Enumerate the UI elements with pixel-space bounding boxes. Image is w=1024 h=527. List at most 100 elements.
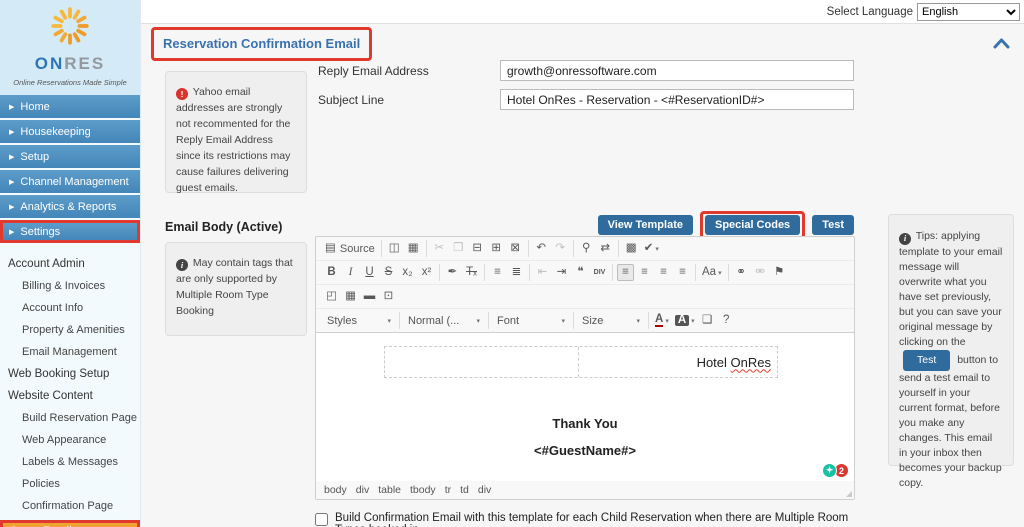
sidebar-item-billing-invoices[interactable]: Billing & Invoices bbox=[0, 275, 140, 297]
size-dropdown[interactable]: Size▾ bbox=[578, 312, 644, 329]
horizontal-rule-button[interactable]: ▬ bbox=[361, 288, 378, 305]
print-button[interactable]: ▦ bbox=[405, 240, 422, 257]
superscript-button[interactable]: x² bbox=[418, 264, 435, 281]
path-element-tbody[interactable]: tbody bbox=[410, 484, 436, 496]
editor-resize-handle[interactable] bbox=[846, 491, 852, 497]
copy-button[interactable]: ❐ bbox=[450, 240, 467, 257]
build-confirmation-checkbox[interactable] bbox=[315, 513, 328, 526]
remove-format-button[interactable]: Tₓ bbox=[463, 264, 480, 281]
sidebar-section-account-admin[interactable]: Account Admin bbox=[0, 253, 140, 275]
sidebar-item-policies[interactable]: Policies bbox=[0, 473, 140, 495]
undo-button[interactable]: ↶ bbox=[533, 240, 550, 257]
bold-button[interactable]: B bbox=[323, 264, 340, 281]
anchor-button[interactable]: ⚑ bbox=[771, 264, 788, 281]
sidebar-section-web-booking-setup[interactable]: Web Booking Setup bbox=[0, 363, 140, 385]
table-cell-brand[interactable]: Hotel OnRes bbox=[579, 347, 778, 377]
sidebar-item-channel-management[interactable]: ▶Channel Management bbox=[0, 170, 140, 193]
sunburst-logo-icon bbox=[49, 5, 91, 47]
editor-content[interactable]: Hotel OnRes Thank You <#GuestName#> ✦ 2 bbox=[316, 333, 854, 481]
arrow-right-icon: ▶ bbox=[9, 178, 14, 186]
preview-button[interactable]: ◫ bbox=[386, 240, 403, 257]
test-button[interactable]: Test bbox=[812, 215, 854, 235]
styles-dropdown[interactable]: Styles▾ bbox=[323, 312, 395, 329]
subject-line-row: Subject Line bbox=[318, 89, 854, 110]
page-title: Reservation Confirmation Email bbox=[163, 36, 360, 51]
email-body-heading: Email Body (Active) bbox=[165, 220, 282, 234]
path-element-tr[interactable]: tr bbox=[445, 484, 451, 496]
select-all-button[interactable]: ▩ bbox=[623, 240, 640, 257]
path-element-td[interactable]: td bbox=[460, 484, 469, 496]
table-button[interactable]: ▦ bbox=[342, 288, 359, 305]
brand-wordmark: ONRES bbox=[0, 54, 140, 74]
blockquote-button[interactable]: ❝ bbox=[572, 264, 589, 281]
unlink-button[interactable]: ⚮ bbox=[752, 264, 769, 281]
bulleted-list-button[interactable]: ≣ bbox=[508, 264, 525, 281]
about-button[interactable]: ? bbox=[718, 312, 735, 329]
sidebar-item-housekeeping[interactable]: ▶Housekeeping bbox=[0, 120, 140, 143]
align-center-button[interactable]: ≡ bbox=[636, 264, 653, 281]
redo-button[interactable]: ↷ bbox=[552, 240, 569, 257]
iframe-button[interactable]: ⊡ bbox=[380, 288, 397, 305]
path-element-body[interactable]: body bbox=[324, 484, 347, 496]
paste-button[interactable]: ⊟ bbox=[469, 240, 486, 257]
subscript-button[interactable]: x₂ bbox=[399, 264, 416, 281]
sidebar-item-account-info[interactable]: Account Info bbox=[0, 297, 140, 319]
subject-line-input[interactable] bbox=[500, 89, 854, 110]
guest-name-tag: <#GuestName#> bbox=[316, 443, 854, 458]
increase-indent-button[interactable]: ⇥ bbox=[553, 264, 570, 281]
find-button[interactable]: ⚲ bbox=[578, 240, 595, 257]
align-right-button[interactable]: ≡ bbox=[655, 264, 672, 281]
paste-from-word-button[interactable]: ⊠ bbox=[507, 240, 524, 257]
sidebar-item-labels-messages[interactable]: Labels & Messages bbox=[0, 451, 140, 473]
image-button[interactable]: ◰ bbox=[323, 288, 340, 305]
table-cell-empty[interactable] bbox=[385, 347, 579, 377]
link-button[interactable]: ⚭ bbox=[733, 264, 750, 281]
view-template-button[interactable]: View Template bbox=[598, 215, 693, 235]
sidebar-item-property-amenities[interactable]: Property & Amenities bbox=[0, 319, 140, 341]
spellcheck-button[interactable]: ✔▾ bbox=[642, 240, 661, 257]
numbered-list-button[interactable]: ≡ bbox=[489, 264, 506, 281]
sidebar-item-setup[interactable]: ▶Setup bbox=[0, 145, 140, 168]
align-justify-button[interactable]: ≡ bbox=[674, 264, 691, 281]
font-dropdown[interactable]: Font▾ bbox=[493, 312, 569, 329]
path-element-div[interactable]: div bbox=[478, 484, 491, 496]
replace-button[interactable]: ⇄ bbox=[597, 240, 614, 257]
sidebar-item-confirmation-page[interactable]: Confirmation Page bbox=[0, 495, 140, 517]
sidebar-item-email-management[interactable]: Email Management bbox=[0, 341, 140, 363]
align-left-button[interactable]: ≡ bbox=[617, 264, 634, 281]
build-confirmation-label: Build Confirmation Email with this templ… bbox=[335, 512, 875, 527]
misspelled-word: OnRes bbox=[731, 355, 771, 370]
underline-button[interactable]: U bbox=[361, 264, 378, 281]
text-color-button[interactable]: A▾ bbox=[653, 312, 671, 329]
tips-test-button[interactable]: Test bbox=[903, 350, 950, 371]
email-header-table: Hotel OnRes bbox=[384, 346, 778, 378]
sidebar-item-settings[interactable]: ▶Settings bbox=[0, 220, 140, 243]
source-button[interactable]: ▤Source bbox=[323, 240, 377, 257]
sidebar-item-guest-emails[interactable]: Guest Emails bbox=[0, 520, 140, 527]
grammar-extension-icon[interactable]: ✦ bbox=[822, 463, 837, 478]
decrease-indent-button[interactable]: ⇤ bbox=[534, 264, 551, 281]
background-color-button[interactable]: A▾ bbox=[673, 312, 697, 329]
copy-formatting-button[interactable]: ✒ bbox=[444, 264, 461, 281]
collapse-panel-button[interactable] bbox=[993, 36, 1010, 54]
yahoo-warning-text: Yahoo email addresses are strongly not r… bbox=[176, 86, 290, 194]
maximize-button[interactable]: ❏ bbox=[699, 312, 716, 329]
path-element-table[interactable]: table bbox=[378, 484, 401, 496]
strikethrough-button[interactable]: S bbox=[380, 264, 397, 281]
sidebar-item-home[interactable]: ▶Home bbox=[0, 95, 140, 118]
sidebar-item-analytics-reports[interactable]: ▶Analytics & Reports bbox=[0, 195, 140, 218]
paragraph-format-dropdown[interactable]: Normal (...▾ bbox=[404, 312, 484, 329]
path-element-div[interactable]: div bbox=[356, 484, 369, 496]
sidebar-section-website-content[interactable]: Website Content bbox=[0, 385, 140, 407]
sidebar-item-build-reservation-page[interactable]: Build Reservation Page bbox=[0, 407, 140, 429]
sidebar-item-web-appearance[interactable]: Web Appearance bbox=[0, 429, 140, 451]
special-codes-button[interactable]: Special Codes bbox=[705, 215, 800, 235]
cut-button[interactable]: ✂ bbox=[431, 240, 448, 257]
div-container-button[interactable]: DIV bbox=[591, 264, 608, 281]
info-icon: i bbox=[899, 233, 911, 245]
italic-button[interactable]: I bbox=[342, 264, 359, 281]
reply-email-input[interactable] bbox=[500, 60, 854, 81]
paste-plain-text-button[interactable]: ⊞ bbox=[488, 240, 505, 257]
language-select[interactable]: English bbox=[917, 3, 1020, 21]
language-button[interactable]: Aa▾ bbox=[700, 264, 724, 281]
